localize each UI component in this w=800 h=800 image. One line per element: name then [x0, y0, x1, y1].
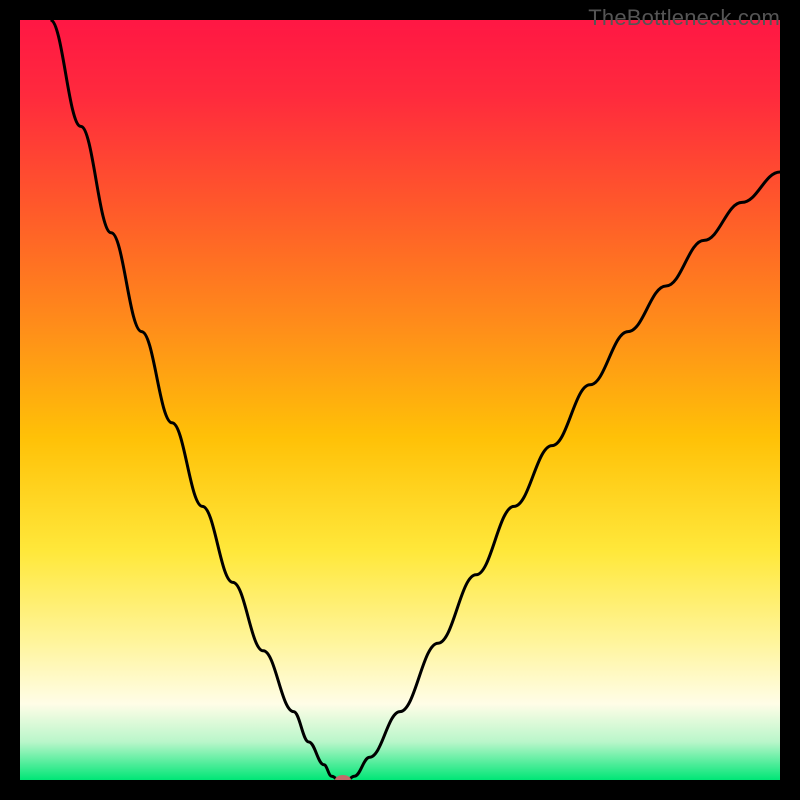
gradient-background	[20, 20, 780, 780]
plot-svg	[20, 20, 780, 780]
bottleneck-chart	[20, 20, 780, 780]
watermark-text: TheBottleneck.com	[588, 5, 780, 31]
